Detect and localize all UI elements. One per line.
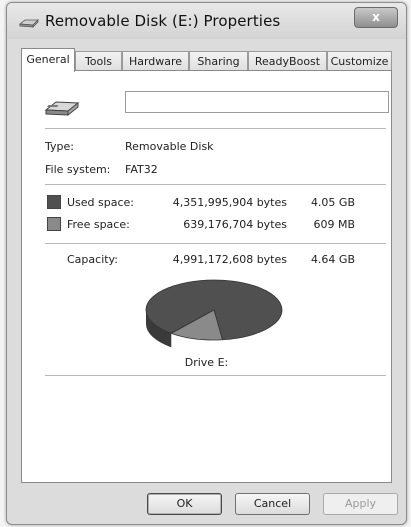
separator (45, 375, 386, 376)
tab-sharing[interactable]: Sharing (189, 51, 248, 71)
capacity-size: 4.64 GB (310, 253, 355, 266)
close-icon: x (372, 10, 380, 24)
type-label: Type: (45, 140, 74, 153)
general-panel: Type: Removable Disk File system: FAT32 … (21, 70, 392, 483)
drive-label: Drive E: (184, 356, 229, 369)
title-bar: Removable Disk (E:) Properties x (7, 3, 406, 39)
drive-name-input[interactable] (125, 91, 389, 113)
close-button[interactable]: x (354, 7, 398, 28)
used-space-size: 4.05 GB (310, 196, 355, 209)
tab-general[interactable]: General (21, 48, 75, 72)
removable-drive-icon (19, 19, 39, 28)
file-system-label: File system: (45, 163, 111, 176)
type-value: Removable Disk (125, 140, 214, 153)
capacity-bytes: 4,991,172,608 bytes (172, 253, 287, 266)
separator (45, 243, 386, 244)
ok-button[interactable]: OK (147, 493, 222, 515)
disk-usage-pie-chart (145, 279, 283, 348)
separator (45, 184, 386, 185)
tab-hardware[interactable]: Hardware (122, 51, 189, 71)
separator (45, 128, 386, 129)
free-space-swatch (47, 217, 61, 231)
used-space-swatch (47, 195, 61, 209)
cancel-button[interactable]: Cancel (235, 493, 310, 515)
tab-customize[interactable]: Customize (327, 51, 392, 71)
apply-button[interactable]: Apply (323, 493, 398, 515)
tab-tools[interactable]: Tools (75, 51, 122, 71)
properties-dialog: Removable Disk (E:) Properties x General… (6, 2, 407, 525)
tab-readyboost[interactable]: ReadyBoost (248, 51, 327, 71)
used-space-bytes: 4,351,995,904 bytes (172, 196, 287, 209)
capacity-label: Capacity: (67, 253, 118, 266)
file-system-value: FAT32 (125, 163, 158, 176)
used-space-label: Used space: (67, 196, 135, 209)
usb-drive-icon (44, 101, 80, 117)
free-space-label: Free space: (67, 218, 130, 231)
window-title: Removable Disk (E:) Properties (45, 12, 281, 30)
free-space-size: 609 MB (313, 218, 355, 231)
free-space-bytes: 639,176,704 bytes (183, 218, 287, 231)
